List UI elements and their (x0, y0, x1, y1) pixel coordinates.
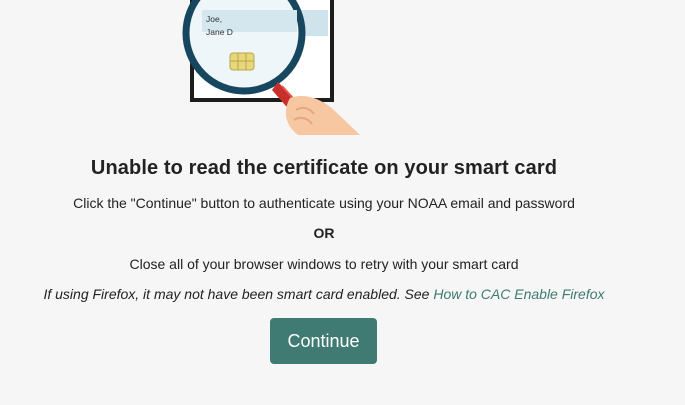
card-name-line2: Jane D (206, 27, 233, 37)
firefox-note-text: If using Firefox, it may not have been s… (43, 286, 434, 302)
continue-button[interactable]: Continue (270, 318, 377, 364)
page-title: Unable to read the certificate on your s… (90, 157, 558, 179)
continue-instruction: Click the "Continue" button to authentic… (73, 195, 575, 211)
magnifier-over-smart-card-icon: Joe, Jane D (182, 0, 360, 135)
card-name-line1: Joe, (206, 14, 222, 24)
or-separator: OR (313, 225, 335, 241)
firefox-note: If using Firefox, it may not have been s… (0, 286, 648, 302)
smart-card-chip-icon (229, 52, 255, 71)
retry-instruction: Close all of your browser windows to ret… (129, 256, 519, 272)
smart-card-error-page: Joe, Jane D Unable to read the certifica… (0, 0, 685, 405)
cac-enable-firefox-link[interactable]: How to CAC Enable Firefox (433, 286, 604, 302)
